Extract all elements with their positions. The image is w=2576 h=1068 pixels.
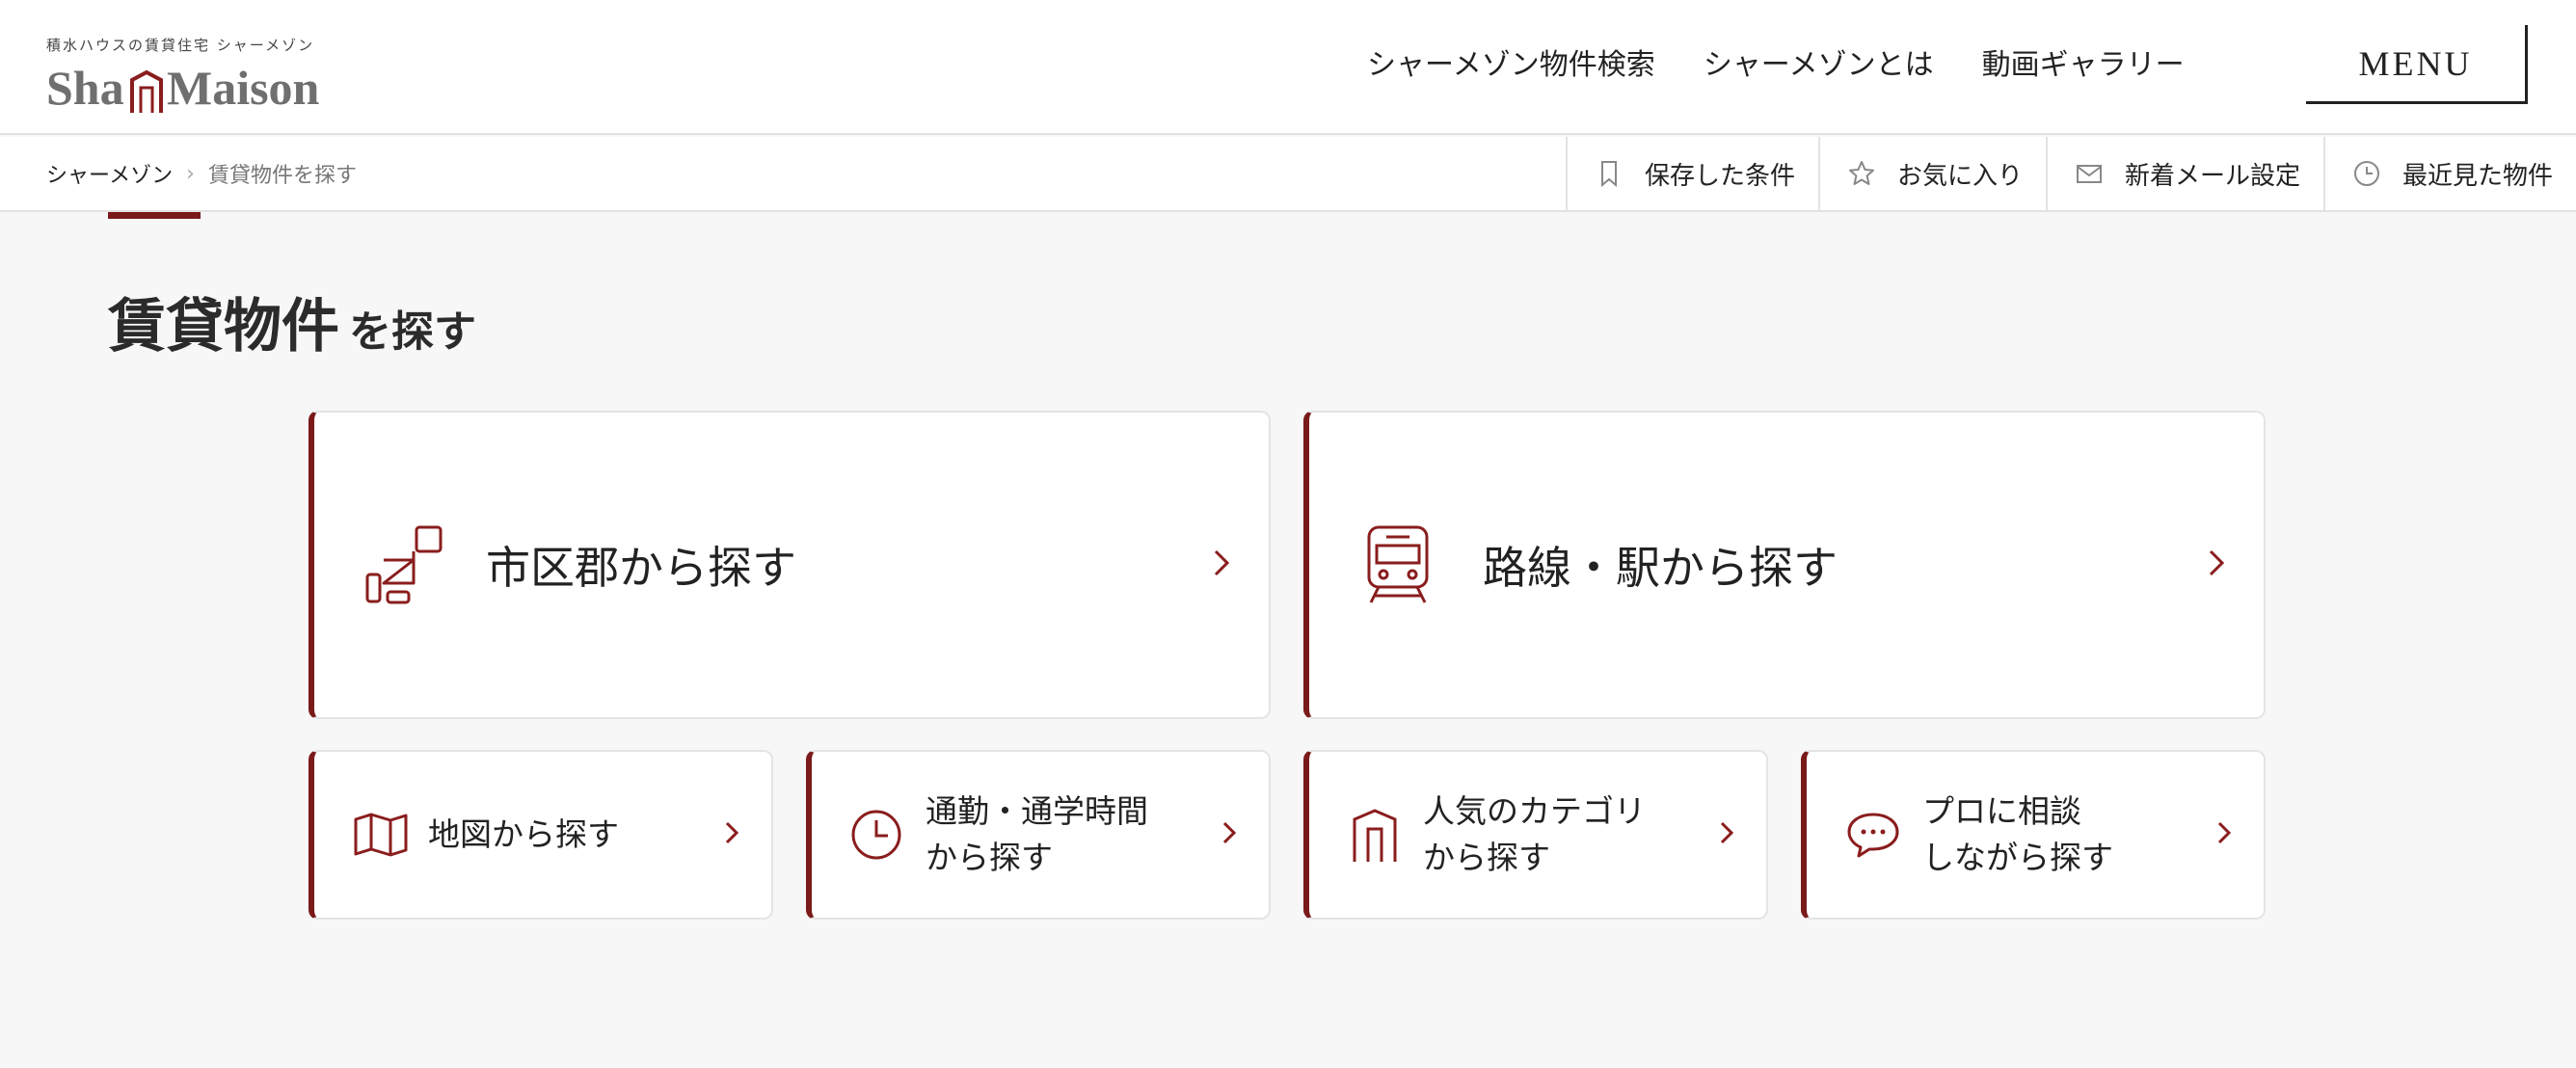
sub-toolbar: シャーメゾン › 賃貸物件を探す 保存した条件 お気に入り 新着メール設定 最近… (0, 137, 2576, 212)
menu-button[interactable]: MENU (2306, 25, 2528, 104)
title-accent-bar (108, 212, 201, 219)
clock-icon (2352, 159, 2381, 188)
page-title-main: 賃貸物件 (108, 293, 339, 360)
saved-conditions-button[interactable]: 保存した条件 (1565, 137, 1818, 210)
mail-icon (2075, 159, 2104, 188)
clock-icon (850, 809, 902, 861)
sha-maison-logo[interactable]: 積水ハウスの賃貸住宅 シャーメゾン Sha Maison (46, 35, 319, 115)
page-title: 賃貸物件 を探す (108, 280, 476, 363)
search-by-category-line1: 人気のカテゴリ (1423, 792, 1646, 830)
search-by-area-card[interactable]: 市区郡から探す (309, 411, 1271, 719)
favorites-button[interactable]: お気に入り (1817, 137, 2046, 210)
logo-tagline: 積水ハウスの賃貸住宅 シャーメゾン (46, 37, 315, 54)
search-by-map-label: 地図から探す (428, 812, 619, 858)
map-icon (353, 812, 409, 858)
train-icon (1365, 524, 1431, 605)
logo-word-sha: Sha (46, 61, 124, 115)
favorites-label: お気に入り (1896, 161, 2023, 191)
chevron-right-icon (725, 821, 739, 848)
search-by-area-label: 市区郡から探す (486, 542, 796, 594)
breadcrumb-separator: › (186, 161, 195, 186)
chevron-right-icon (2208, 548, 2225, 581)
star-icon (1847, 159, 1876, 188)
search-by-commute-line2: から探す (926, 839, 1053, 876)
top-navigation: シャーメゾン物件検索 シャーメゾンとは 動画ギャラリー (1367, 46, 2185, 85)
area-blocks-icon (364, 524, 443, 605)
recently-viewed-button[interactable]: 最近見た物件 (2322, 137, 2576, 210)
search-by-commute-line1: 通勤・通学時間 (926, 792, 1148, 830)
search-by-map-line1: 地図から探す (428, 815, 619, 853)
chevron-right-icon (2217, 821, 2232, 848)
search-by-line-station-label: 路線・駅から探す (1483, 542, 1838, 594)
chevron-right-icon (1213, 548, 1230, 581)
site-header: 積水ハウスの賃貸住宅 シャーメゾン Sha Maison シャーメゾン物件検索 … (0, 0, 2576, 135)
chat-bubble-icon (1845, 811, 1901, 859)
consult-pro-label: プロに相談 しながら探す (1922, 788, 2113, 881)
chevron-right-icon (1720, 821, 1734, 848)
nav-about[interactable]: シャーメゾンとは (1704, 46, 1934, 85)
saved-conditions-label: 保存した条件 (1644, 161, 1795, 191)
consult-pro-line1: プロに相談 (1922, 792, 2081, 830)
search-by-category-label: 人気のカテゴリ から探す (1423, 788, 1646, 881)
logo-house-icon (130, 70, 163, 113)
search-by-category-card[interactable]: 人気のカテゴリ から探す (1303, 750, 1768, 920)
nav-video-gallery[interactable]: 動画ギャラリー (1982, 46, 2185, 85)
consult-pro-card[interactable]: プロに相談 しながら探す (1801, 750, 2266, 920)
breadcrumb-home[interactable]: シャーメゾン (46, 158, 173, 189)
page-title-sub: を探す (349, 307, 476, 357)
logo-word-maison: Maison (167, 61, 320, 115)
recently-viewed-label: 最近見た物件 (2402, 161, 2553, 191)
search-by-line-station-card[interactable]: 路線・駅から探す (1303, 411, 2266, 719)
search-by-commute-card[interactable]: 通勤・通学時間 から探す (806, 750, 1271, 920)
nav-property-search[interactable]: シャーメゾン物件検索 (1367, 46, 1655, 85)
bookmark-icon (1595, 159, 1623, 188)
consult-pro-line2: しながら探す (1922, 839, 2113, 876)
chevron-right-icon (1222, 821, 1237, 848)
search-by-commute-label: 通勤・通学時間 から探す (926, 788, 1148, 881)
search-by-map-card[interactable]: 地図から探す (309, 750, 773, 920)
breadcrumb: シャーメゾン › 賃貸物件を探す (46, 137, 357, 210)
category-house-icon (1352, 808, 1398, 862)
new-mail-settings-button[interactable]: 新着メール設定 (2045, 137, 2323, 210)
search-by-category-line2: から探す (1423, 839, 1550, 876)
new-mail-settings-label: 新着メール設定 (2124, 161, 2300, 191)
user-tools: 保存した条件 お気に入り 新着メール設定 最近見た物件 (1565, 137, 2576, 210)
breadcrumb-current: 賃貸物件を探す (207, 164, 357, 188)
logo-wordmark: Sha Maison (46, 61, 319, 115)
